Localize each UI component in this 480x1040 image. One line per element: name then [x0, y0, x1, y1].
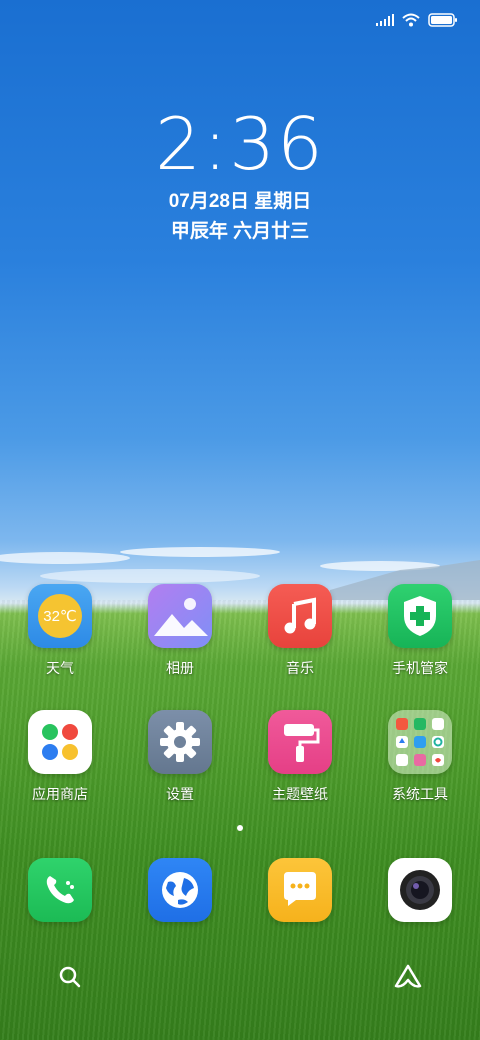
app-label: 相册	[166, 660, 194, 676]
settings-gear-icon[interactable]	[148, 710, 212, 774]
paint-roller-icon[interactable]	[268, 710, 332, 774]
app-store[interactable]: 应用商店	[0, 710, 120, 804]
status-bar	[376, 10, 458, 30]
security-shield-icon[interactable]	[388, 584, 452, 648]
app-label: 手机管家	[392, 660, 448, 676]
folder-icon[interactable]	[388, 710, 452, 774]
app-settings[interactable]: 设置	[120, 710, 240, 804]
messages-icon[interactable]	[268, 858, 332, 922]
app-gallery[interactable]: 相册	[120, 584, 240, 678]
search-icon[interactable]	[58, 965, 82, 994]
app-music[interactable]: 音乐	[240, 584, 360, 678]
gallery-icon[interactable]	[148, 584, 212, 648]
clock-time: 2:36	[155, 102, 325, 186]
browser-globe-icon[interactable]	[148, 858, 212, 922]
app-label: 系统工具	[392, 786, 448, 802]
phone-icon[interactable]	[28, 858, 92, 922]
page-indicator	[0, 825, 480, 831]
wifi-icon	[402, 13, 420, 27]
music-icon[interactable]	[268, 584, 332, 648]
page-dot-active	[237, 825, 243, 831]
app-label: 音乐	[286, 660, 314, 676]
app-label: 设置	[166, 786, 194, 802]
dock-phone[interactable]	[0, 858, 120, 922]
app-folder-system-tools[interactable]: 系统工具	[360, 710, 480, 804]
app-label: 应用商店	[32, 786, 88, 802]
camera-icon[interactable]	[388, 858, 452, 922]
app-grid-row-2: 应用商店 设置 主题壁纸 系统工具	[0, 710, 480, 804]
assistant-icon[interactable]	[394, 964, 422, 995]
app-security[interactable]: 手机管家	[360, 584, 480, 678]
dock-messages[interactable]	[240, 858, 360, 922]
lunar-date-text: 甲辰年 六月廿三	[170, 221, 310, 242]
weather-icon[interactable]: 32℃	[28, 584, 92, 648]
app-grid-row-1: 32℃ 天气 相册 音乐 手机管家	[0, 584, 480, 678]
app-label: 天气	[46, 660, 74, 676]
signal-icon	[376, 14, 394, 26]
weather-temp: 32℃	[38, 594, 82, 638]
dock-browser[interactable]	[120, 858, 240, 922]
dock	[0, 858, 480, 922]
app-weather[interactable]: 32℃ 天气	[0, 584, 120, 678]
app-label: 主题壁纸	[272, 786, 328, 802]
battery-icon	[428, 13, 457, 27]
dock-camera[interactable]	[360, 858, 480, 922]
app-theme[interactable]: 主题壁纸	[240, 710, 360, 804]
date-text: 07月28日 星期日	[168, 191, 312, 212]
app-store-icon[interactable]	[28, 710, 92, 774]
